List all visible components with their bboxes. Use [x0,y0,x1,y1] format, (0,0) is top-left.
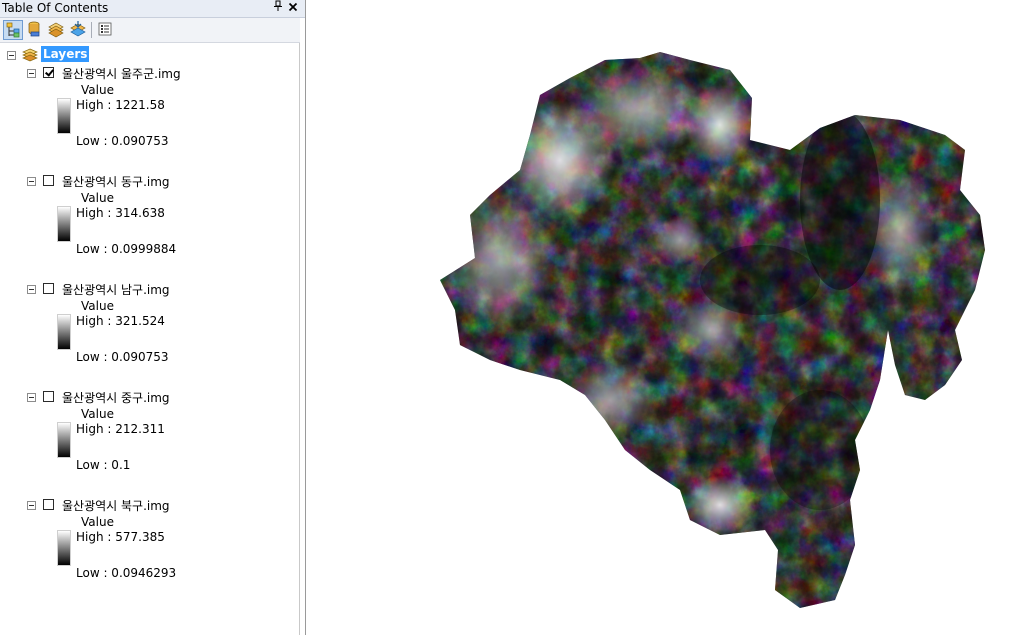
layer-collapse-toggle[interactable] [27,177,36,186]
legend-field-label: Value [81,515,114,529]
legend-low-value: Low : 0.1 [76,458,131,472]
toolbar-separator [91,22,92,38]
legend-field-label: Value [81,299,114,313]
legend-field-label: Value [81,191,114,205]
layer-visibility-checkbox[interactable] [43,175,54,186]
legend-low-value: Low : 0.0946293 [76,566,177,580]
table-of-contents-panel: Table Of Contents Layers 울산광역시 울주군.img V… [0,0,306,635]
selection-icon [70,21,86,37]
layer-visibility-checkbox[interactable] [43,283,54,294]
source-icon [28,21,40,37]
toc-title: Table Of Contents [2,1,109,15]
toc-scroll-edge [299,43,300,635]
pin-icon[interactable] [272,0,284,16]
layer-name[interactable]: 울산광역시 동구.img [62,173,170,190]
layers-collapse-toggle[interactable] [7,51,16,60]
legend-field-label: Value [81,83,114,97]
list-by-visibility-button[interactable] [47,20,67,40]
legend-color-ramp [57,98,71,134]
list-by-selection-button[interactable] [69,20,89,40]
legend-low-value: Low : 0.0999884 [76,242,177,256]
visibility-icon [48,22,64,38]
legend-high-value: High : 212.311 [76,422,165,436]
legend-color-ramp [57,314,71,350]
legend-high-value: High : 314.638 [76,206,165,220]
legend-low-value: Low : 0.090753 [76,134,169,148]
layer-collapse-toggle[interactable] [27,285,36,294]
layer-collapse-toggle[interactable] [27,501,36,510]
legend-color-ramp [57,206,71,242]
layer-name[interactable]: 울산광역시 울주군.img [62,65,181,82]
list-by-source-button[interactable] [25,20,45,40]
legend-color-ramp [57,422,71,458]
map-view[interactable] [307,0,1020,635]
legend-field-label: Value [81,407,114,421]
layer-name[interactable]: 울산광역시 남구.img [62,281,170,298]
options-icon [98,22,112,36]
options-button[interactable] [96,20,116,40]
layers-icon [22,48,38,62]
legend-high-value: High : 321.524 [76,314,165,328]
layer-visibility-checkbox[interactable] [43,67,54,78]
elevation-raster-image [440,52,985,608]
layer-visibility-checkbox[interactable] [43,499,54,510]
legend-high-value: High : 1221.58 [76,98,165,112]
layer-visibility-checkbox[interactable] [43,391,54,402]
close-icon[interactable] [287,0,299,16]
toc-title-bar[interactable]: Table Of Contents [0,0,305,18]
drawing-order-icon [6,22,20,38]
legend-low-value: Low : 0.090753 [76,350,169,364]
legend-high-value: High : 577.385 [76,530,165,544]
layer-collapse-toggle[interactable] [27,69,36,78]
list-by-drawing-order-button[interactable] [3,20,23,40]
layer-collapse-toggle[interactable] [27,393,36,402]
toc-toolbar [0,18,300,43]
layer-name[interactable]: 울산광역시 중구.img [62,389,170,406]
layer-name[interactable]: 울산광역시 북구.img [62,497,170,514]
legend-color-ramp [57,530,71,566]
layers-root-label[interactable]: Layers [41,46,90,62]
